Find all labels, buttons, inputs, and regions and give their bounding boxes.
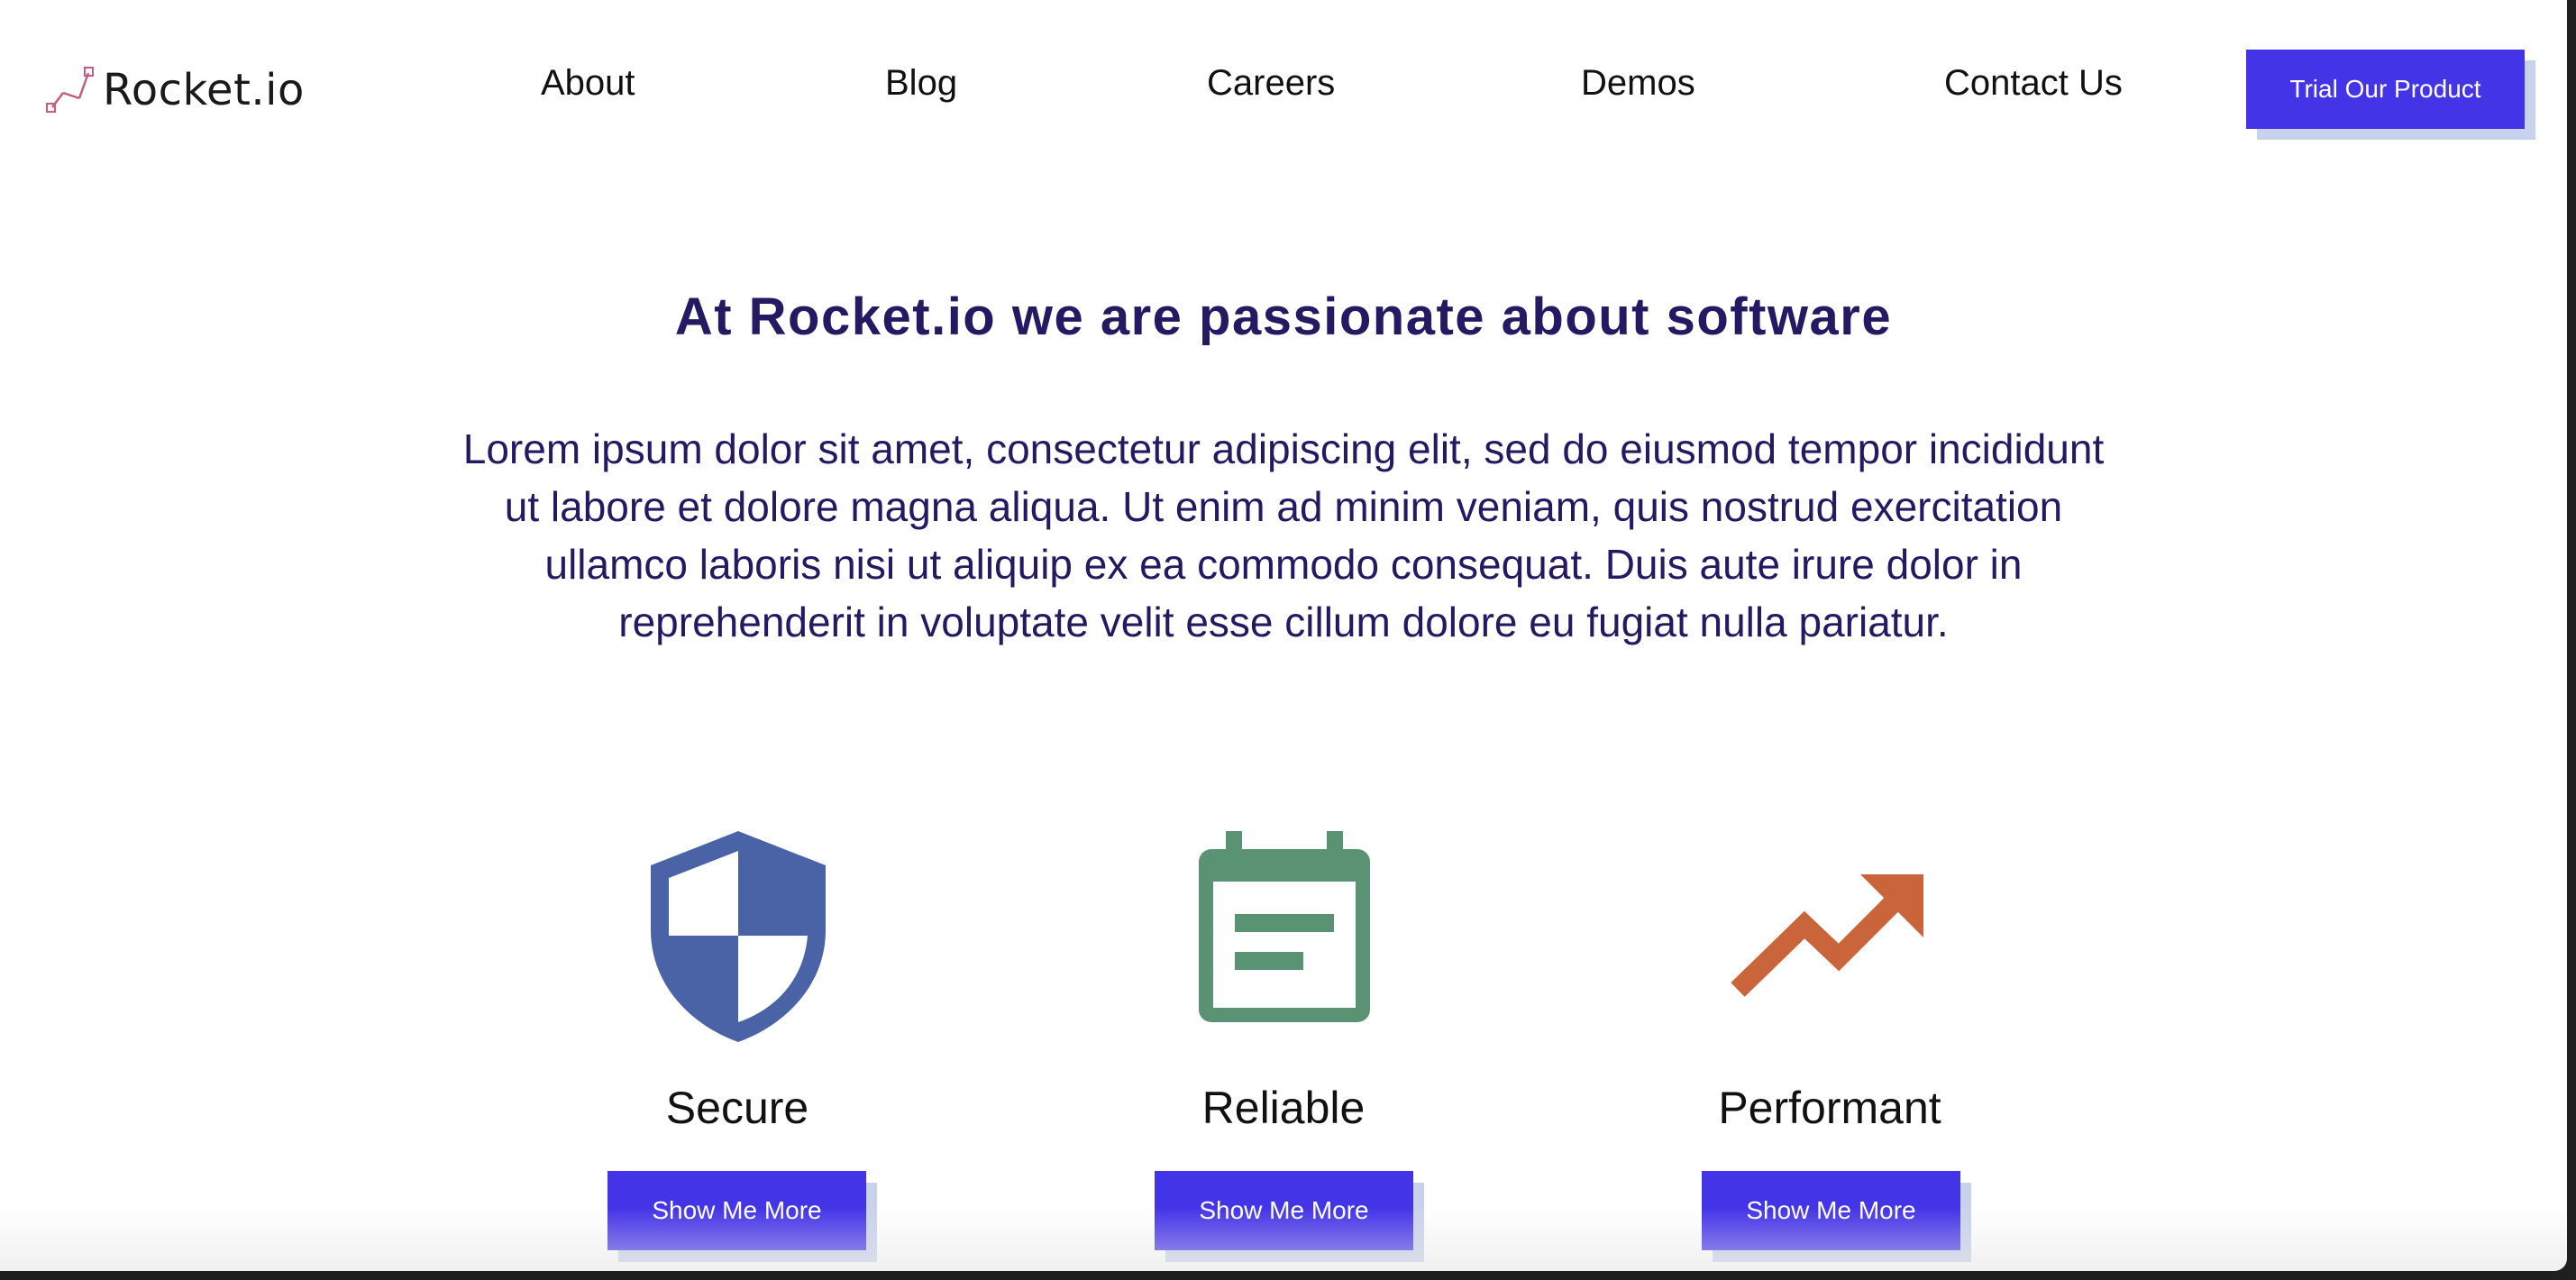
intro-paragraph: Lorem ipsum dolor sit amet, consectetur … <box>462 425 2105 645</box>
trending-up-icon <box>1731 874 1923 997</box>
page: Rocket.io About Blog Careers Demos Conta… <box>0 0 2567 1271</box>
show-more-reliable-button[interactable]: Show Me More <box>1155 1171 1413 1250</box>
nav-blog[interactable]: Blog <box>885 63 957 104</box>
nav-about[interactable]: About <box>541 63 635 104</box>
feature-title-performant: Performant <box>1718 1083 1941 1133</box>
shield-icon <box>651 831 826 1042</box>
show-more-secure-button[interactable]: Show Me More <box>607 1171 866 1250</box>
window-edge-bottom <box>0 1271 2576 1280</box>
trial-product-button[interactable]: Trial Our Product <box>2246 50 2525 129</box>
show-more-performant-button[interactable]: Show Me More <box>1702 1171 1960 1250</box>
nav-demos[interactable]: Demos <box>1581 63 1695 104</box>
window-edge-right <box>2567 0 2576 1280</box>
calendar-icon <box>1199 831 1370 1022</box>
page-headline: At Rocket.io we are passionate about sof… <box>674 288 1893 346</box>
nav-contact-us[interactable]: Contact Us <box>1944 63 2123 104</box>
rocket-logo-icon <box>46 67 94 113</box>
feature-title-reliable: Reliable <box>1201 1083 1366 1133</box>
feature-title-secure: Secure <box>665 1083 809 1133</box>
logo[interactable]: Rocket.io <box>43 61 305 119</box>
nav-careers[interactable]: Careers <box>1207 63 1335 104</box>
logo-text: Rocket.io <box>103 65 305 115</box>
